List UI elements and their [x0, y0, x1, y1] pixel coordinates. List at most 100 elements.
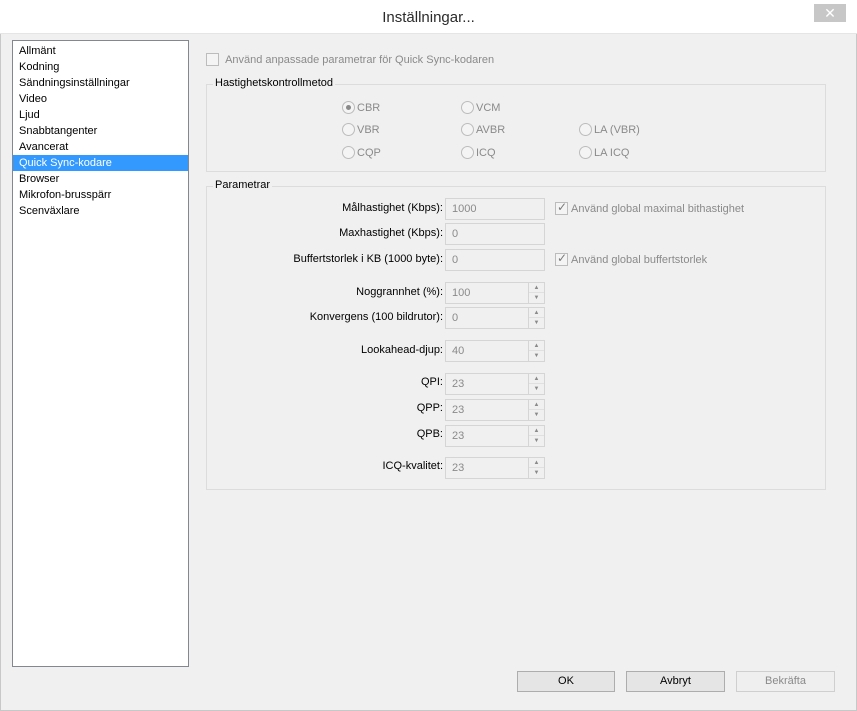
radio-vcm-button[interactable] — [461, 101, 474, 114]
radio-la-vbr-label: LA (VBR) — [594, 123, 640, 136]
rate-control-title: Hastighetskontrollmetod — [213, 77, 336, 89]
custom-params-checkbox[interactable] — [206, 53, 219, 66]
sidebar-item-broadcast-settings[interactable]: Sändningsinställningar — [13, 75, 188, 91]
sidebar-item-advanced[interactable]: Avancerat — [13, 139, 188, 155]
qpb-spin-arrows: ▲ ▼ — [528, 426, 544, 446]
radio-la-vbr[interactable]: LA (VBR) — [579, 123, 640, 136]
spin-down-icon[interactable]: ▼ — [529, 318, 544, 328]
spin-down-icon[interactable]: ▼ — [529, 410, 544, 420]
spin-up-icon[interactable]: ▲ — [529, 341, 544, 351]
radio-avbr-label: AVBR — [476, 123, 506, 136]
target-bitrate-label: Målhastighet (Kbps): — [342, 202, 443, 214]
radio-icq[interactable]: ICQ — [461, 146, 496, 159]
qpp-label: QPP: — [416, 402, 443, 414]
radio-avbr[interactable]: AVBR — [461, 123, 505, 136]
lookahead-spin-arrows: ▲ ▼ — [528, 341, 544, 361]
buffer-size-input[interactable]: 0 — [445, 249, 545, 271]
radio-vbr-label: VBR — [357, 123, 380, 136]
accuracy-value: 100 — [452, 287, 471, 299]
global-max-bitrate-row[interactable]: Använd global maximal bithastighet — [555, 200, 744, 215]
radio-cbr[interactable]: CBR — [342, 101, 380, 114]
radio-la-icq-button[interactable] — [579, 146, 592, 159]
icq-quality-value: 23 — [452, 462, 465, 474]
accuracy-spin-arrows: ▲ ▼ — [528, 283, 544, 303]
spin-up-icon[interactable]: ▲ — [529, 400, 544, 410]
apply-button[interactable]: Bekräfta — [736, 671, 835, 692]
lookahead-value: 40 — [452, 345, 465, 357]
radio-cbr-label: CBR — [357, 101, 381, 114]
buffer-size-label: Buffertstorlek i KB (1000 byte): — [293, 253, 443, 265]
ok-button[interactable]: OK — [517, 671, 615, 692]
settings-sidebar: Allmänt Kodning Sändningsinställningar V… — [12, 40, 189, 667]
custom-params-label: Använd anpassade parametrar för Quick Sy… — [225, 53, 495, 66]
convergence-label: Konvergens (100 bildrutor): — [309, 311, 443, 323]
radio-la-icq[interactable]: LA ICQ — [579, 146, 629, 159]
convergence-value: 0 — [452, 312, 459, 324]
radio-la-icq-label: LA ICQ — [594, 146, 630, 159]
sidebar-item-hotkeys[interactable]: Snabbtangenter — [13, 123, 188, 139]
qpb-value: 23 — [452, 430, 465, 442]
title-bar: Inställningar... ✕ — [0, 0, 857, 34]
sidebar-item-browser[interactable]: Browser — [13, 171, 188, 187]
radio-cqp-label: CQP — [357, 146, 381, 159]
radio-vbr-button[interactable] — [342, 123, 355, 136]
sidebar-item-video[interactable]: Video — [13, 91, 188, 107]
radio-vbr[interactable]: VBR — [342, 123, 380, 136]
qpp-value: 23 — [452, 404, 465, 416]
parameters-group: Parametrar Målhastighet (Kbps): 1000 Anv… — [206, 179, 826, 490]
sidebar-item-encoding[interactable]: Kodning — [13, 59, 188, 75]
custom-params-checkbox-row[interactable]: Använd anpassade parametrar för Quick Sy… — [206, 53, 494, 66]
radio-avbr-button[interactable] — [461, 123, 474, 136]
global-buffer-row[interactable]: Använd global buffertstorlek — [555, 251, 708, 266]
icq-quality-spin-arrows: ▲ ▼ — [528, 458, 544, 478]
radio-cqp-button[interactable] — [342, 146, 355, 159]
cancel-button[interactable]: Avbryt — [626, 671, 725, 692]
rate-control-group: Hastighetskontrollmetod CBR VCM VBR AVBR… — [206, 77, 826, 172]
close-button[interactable]: ✕ — [814, 4, 846, 22]
radio-vcm[interactable]: VCM — [461, 101, 500, 114]
qpb-spinbox[interactable]: 23 ▲ ▼ — [445, 425, 545, 447]
sidebar-item-general[interactable]: Allmänt — [13, 43, 188, 59]
global-buffer-label: Använd global buffertstorlek — [571, 253, 708, 266]
icq-quality-spinbox[interactable]: 23 ▲ ▼ — [445, 457, 545, 479]
icq-quality-label: ICQ-kvalitet: — [382, 460, 443, 472]
spin-down-icon[interactable]: ▼ — [529, 436, 544, 446]
radio-cqp[interactable]: CQP — [342, 146, 381, 159]
qpp-spin-arrows: ▲ ▼ — [528, 400, 544, 420]
radio-vcm-label: VCM — [476, 101, 501, 114]
accuracy-label: Noggrannhet (%): — [356, 286, 443, 298]
sidebar-item-scene-switcher[interactable]: Scenväxlare — [13, 203, 188, 219]
qpi-spinbox[interactable]: 23 ▲ ▼ — [445, 373, 545, 395]
radio-la-vbr-button[interactable] — [579, 123, 592, 136]
convergence-spin-arrows: ▲ ▼ — [528, 308, 544, 328]
max-bitrate-input[interactable]: 0 — [445, 223, 545, 245]
spin-up-icon[interactable]: ▲ — [529, 374, 544, 384]
lookahead-spinbox[interactable]: 40 ▲ ▼ — [445, 340, 545, 362]
spin-up-icon[interactable]: ▲ — [529, 283, 544, 293]
spin-down-icon[interactable]: ▼ — [529, 351, 544, 361]
accuracy-spinbox[interactable]: 100 ▲ ▼ — [445, 282, 545, 304]
spin-down-icon[interactable]: ▼ — [529, 293, 544, 303]
spin-up-icon[interactable]: ▲ — [529, 308, 544, 318]
sidebar-item-quick-sync-encoder[interactable]: Quick Sync-kodare — [13, 155, 188, 171]
global-buffer-checkbox[interactable] — [555, 251, 568, 266]
spin-up-icon[interactable]: ▲ — [529, 458, 544, 468]
spin-up-icon[interactable]: ▲ — [529, 426, 544, 436]
radio-icq-button[interactable] — [461, 146, 474, 159]
sidebar-item-microphone-noise-gate[interactable]: Mikrofon-brusspärr — [13, 187, 188, 203]
convergence-spinbox[interactable]: 0 ▲ ▼ — [445, 307, 545, 329]
spin-down-icon[interactable]: ▼ — [529, 384, 544, 394]
qpi-value: 23 — [452, 378, 465, 390]
target-bitrate-input[interactable]: 1000 — [445, 198, 545, 220]
radio-cbr-button[interactable] — [342, 101, 355, 114]
qpi-label: QPI: — [420, 376, 443, 388]
spin-down-icon[interactable]: ▼ — [529, 468, 544, 478]
global-max-bitrate-checkbox[interactable] — [555, 200, 568, 215]
max-bitrate-label: Maxhastighet (Kbps): — [339, 227, 443, 239]
window-title: Inställningar... — [382, 9, 475, 26]
close-icon: ✕ — [824, 5, 836, 21]
sidebar-item-audio[interactable]: Ljud — [13, 107, 188, 123]
lookahead-label: Lookahead-djup: — [361, 344, 443, 356]
qpp-spinbox[interactable]: 23 ▲ ▼ — [445, 399, 545, 421]
qpi-spin-arrows: ▲ ▼ — [528, 374, 544, 394]
